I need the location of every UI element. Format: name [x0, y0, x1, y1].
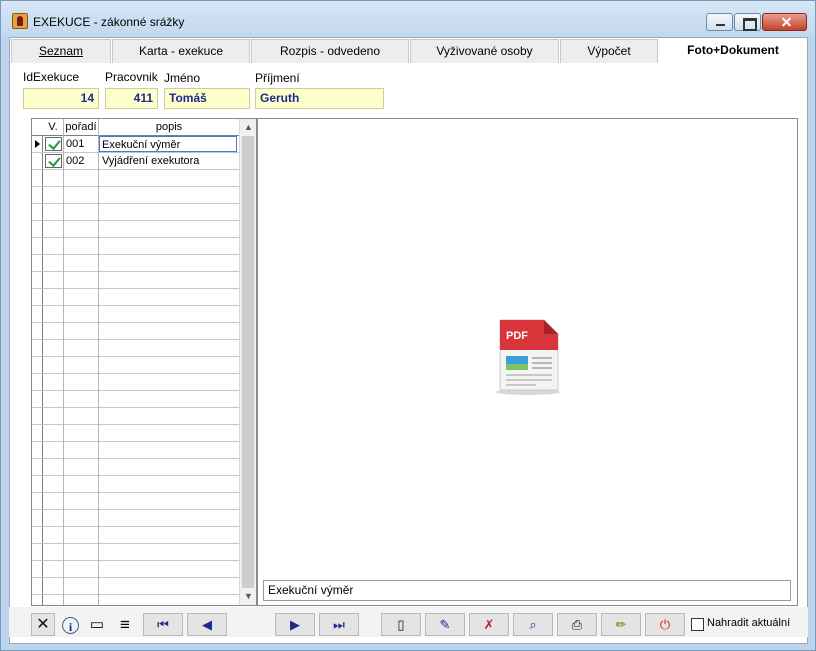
- previous-record-icon[interactable]: ◀: [187, 613, 227, 636]
- next-record-icon[interactable]: ▶: [275, 613, 315, 636]
- content-area: Seznam Karta - exekuce Rozpis - odvedeno…: [9, 37, 808, 644]
- maximize-button[interactable]: [734, 13, 761, 31]
- edit-pencil-icon[interactable]: ✏: [601, 613, 641, 636]
- new-document-icon[interactable]: ▯: [381, 613, 421, 636]
- list-icon[interactable]: ≡: [115, 615, 135, 635]
- tab-bar: Seznam Karta - exekuce Rozpis - odvedeno…: [10, 38, 807, 64]
- grid-col-divider: [98, 119, 99, 605]
- close-button[interactable]: [762, 13, 807, 31]
- app-icon: [12, 13, 28, 29]
- title-bar[interactable]: EXEKUCE - zákonné srážky: [1, 1, 815, 37]
- grid-scrollbar[interactable]: ▲ ▼: [239, 119, 256, 605]
- popis-cell[interactable]: Vyjádření exekutora: [100, 153, 237, 169]
- jmeno-field[interactable]: Tomáš: [164, 88, 250, 109]
- grid-col-divider: [63, 119, 64, 605]
- tab-vyzivovane-osoby[interactable]: Vyživované osoby: [410, 39, 559, 63]
- tab-karta-exekuce[interactable]: Karta - exekuce: [112, 39, 250, 63]
- jmeno-label: Jméno: [164, 71, 201, 85]
- window-title: EXEKUCE - zákonné srážky: [33, 15, 185, 29]
- last-record-icon[interactable]: ⏭: [319, 613, 359, 636]
- poradi-cell[interactable]: 002: [66, 153, 97, 169]
- document-preview[interactable]: PDF: [257, 118, 798, 606]
- row-checkbox[interactable]: [45, 154, 62, 168]
- popis-cell[interactable]: Exekuční výměr: [99, 136, 237, 152]
- pracovnik-label: Pracovnik: [105, 70, 158, 84]
- current-row-pointer-icon: [35, 140, 40, 148]
- bottom-toolbar: ✕ i ▭ ≡ ⏮ ◀ ▶ ⏭ ▯ ✎ ✗ ⌕ ⎙ ✏ ⏻ Nahradit a…: [9, 607, 808, 637]
- prijmeni-field[interactable]: Geruth: [255, 88, 384, 109]
- document-caption-field[interactable]: Exekuční výměr: [263, 580, 791, 601]
- power-icon[interactable]: ⏻: [645, 613, 685, 636]
- tab-vypocet[interactable]: Výpočet: [560, 39, 658, 63]
- tab-seznam[interactable]: Seznam: [11, 39, 111, 63]
- info-icon[interactable]: i: [62, 617, 79, 634]
- first-record-icon[interactable]: ⏮: [143, 613, 183, 636]
- tab-foto-dokument[interactable]: Foto+Dokument: [659, 38, 807, 64]
- tab-rozpis-odvedeno[interactable]: Rozpis - odvedeno: [251, 39, 409, 63]
- edit-document-icon[interactable]: ✎: [425, 613, 465, 636]
- id-exekuce-label: IdExekuce: [23, 70, 80, 84]
- replace-current-label: Nahradit aktuální: [707, 617, 791, 629]
- pracovnik-field[interactable]: 411: [105, 88, 158, 109]
- pdf-label: PDF: [506, 330, 528, 342]
- scroll-thumb[interactable]: [242, 136, 254, 588]
- id-exekuce-field[interactable]: 14: [23, 88, 99, 109]
- row-checkbox[interactable]: [45, 137, 62, 151]
- pdf-file-icon: PDF: [496, 319, 560, 395]
- document-grid[interactable]: V. pořadí popis 001 Exekuční výměr 002 Vyjá…: [31, 118, 257, 606]
- column-header-poradi[interactable]: pořadí: [64, 119, 98, 136]
- poradi-cell[interactable]: 001: [66, 136, 97, 152]
- minimize-button[interactable]: [706, 13, 733, 31]
- scroll-down-icon[interactable]: ▼: [240, 588, 256, 605]
- delete-document-icon[interactable]: ✗: [469, 613, 509, 636]
- column-header-v[interactable]: V.: [43, 119, 63, 136]
- scroll-up-icon[interactable]: ▲: [240, 119, 256, 136]
- close-x-icon[interactable]: ✕: [31, 613, 55, 636]
- scanner-icon[interactable]: ▭: [87, 615, 107, 635]
- column-header-popis[interactable]: popis: [99, 119, 239, 136]
- print-icon[interactable]: ⎙: [557, 613, 597, 636]
- preview-document-icon[interactable]: ⌕: [513, 613, 553, 636]
- prijmeni-label: Příjmení: [255, 71, 300, 85]
- main-window: EXEKUCE - zákonné srážky Seznam Karta - …: [0, 0, 816, 651]
- replace-current-box[interactable]: [691, 618, 704, 631]
